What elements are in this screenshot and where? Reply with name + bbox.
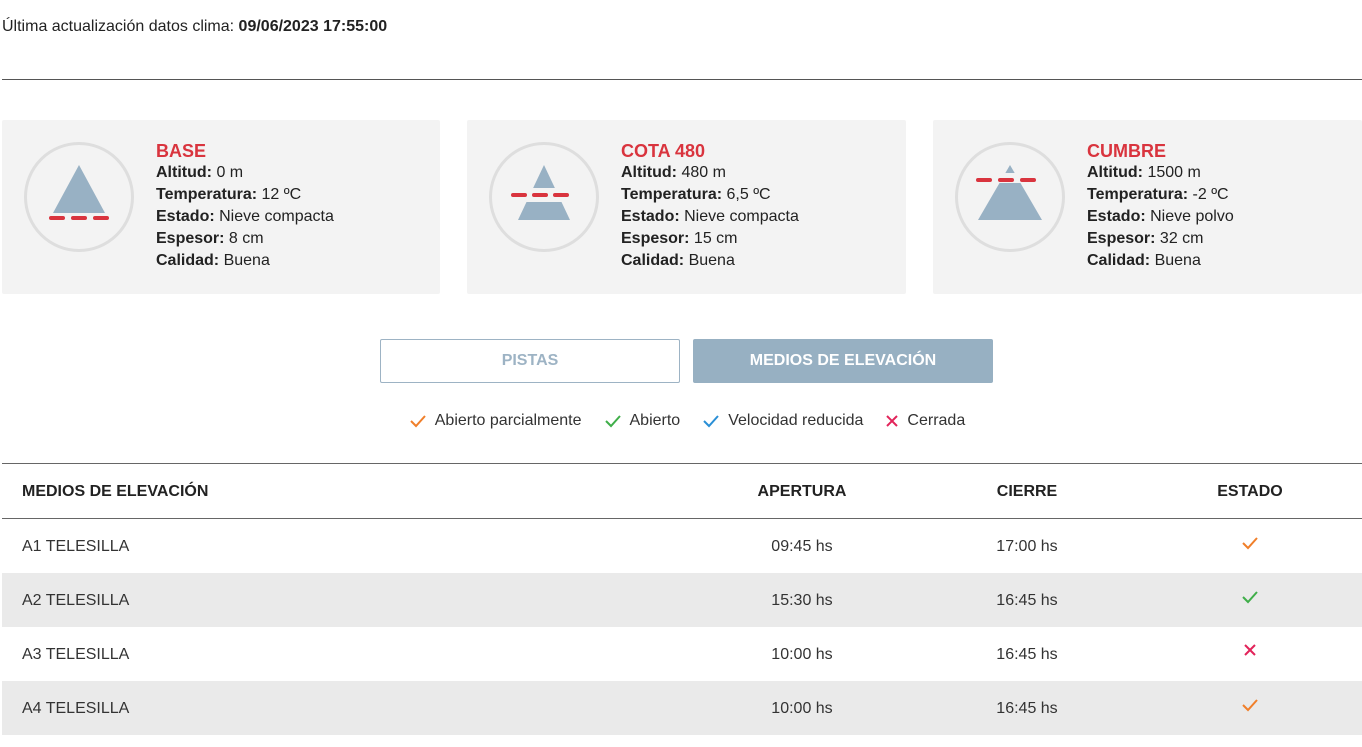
lift-name: A3 TELESILLA bbox=[22, 646, 130, 663]
check-icon bbox=[604, 415, 621, 428]
cross-icon bbox=[886, 415, 899, 427]
table-row: A4 TELESILLA 10:00 hs 16:45 hs bbox=[2, 681, 1362, 735]
temperature-value: -2 ºC bbox=[1192, 186, 1229, 203]
quality-value: Buena bbox=[1154, 252, 1201, 269]
opening-time: 09:45 hs bbox=[771, 538, 833, 555]
weather-stations: BASE Altitud: 0 m Temperatura: 12 ºC Est… bbox=[0, 120, 1362, 294]
header-apertura: APERTURA bbox=[757, 483, 847, 500]
thickness-value: 32 cm bbox=[1159, 230, 1204, 247]
opening-time: 10:00 hs bbox=[771, 700, 833, 717]
station-card-cota-480: COTA 480 Altitud: 480 m Temperatura: 6,5… bbox=[467, 120, 906, 294]
status-check-icon bbox=[1150, 697, 1350, 718]
opening-time: 10:00 hs bbox=[771, 646, 833, 663]
update-timestamp: 09/06/2023 17:55:00 bbox=[238, 18, 388, 35]
quality-label: Calidad: bbox=[1087, 252, 1151, 269]
mountain-summit-icon bbox=[955, 142, 1065, 252]
state-label: Estado: bbox=[1087, 208, 1146, 225]
station-name: BASE bbox=[156, 141, 207, 161]
temperature-value: 6,5 ºC bbox=[726, 186, 771, 203]
lift-name: A2 TELESILLA bbox=[22, 592, 130, 609]
thickness-label: Espesor: bbox=[1087, 230, 1156, 247]
tab-medios-elevacion-button[interactable]: MEDIOS DE ELEVACIÓN bbox=[693, 339, 993, 383]
legend-item-open: Abierto bbox=[604, 412, 681, 430]
weather-update-line: Última actualización datos clima: 09/06/… bbox=[2, 18, 387, 36]
mountain-base-icon bbox=[24, 142, 134, 252]
legend-item-reduced-speed: Velocidad reducida bbox=[702, 412, 863, 430]
station-info: BASE Altitud: 0 m Temperatura: 12 ºC Est… bbox=[156, 140, 334, 272]
state-value: Nieve compacta bbox=[684, 208, 799, 225]
update-label: Última actualización datos clima: bbox=[2, 18, 235, 35]
legend-label: Abierto parcialmente bbox=[434, 412, 582, 429]
state-value: Nieve polvo bbox=[1150, 208, 1234, 225]
check-icon bbox=[410, 415, 426, 428]
header-estado: ESTADO bbox=[1217, 483, 1283, 500]
quality-value: Buena bbox=[223, 252, 270, 269]
thickness-value: 15 cm bbox=[693, 230, 738, 247]
quality-value: Buena bbox=[688, 252, 735, 269]
altitude-label: Altitud: bbox=[1087, 164, 1143, 181]
table-header: MEDIOS DE ELEVACIÓN APERTURA CIERRE ESTA… bbox=[2, 464, 1362, 519]
thickness-value: 8 cm bbox=[228, 230, 264, 247]
station-name: COTA 480 bbox=[621, 141, 706, 161]
altitude-value: 0 m bbox=[216, 164, 244, 181]
status-cross-icon bbox=[1150, 643, 1350, 662]
legend-label: Velocidad reducida bbox=[728, 412, 864, 429]
thickness-label: Espesor: bbox=[621, 230, 690, 247]
temperature-label: Temperatura: bbox=[621, 186, 723, 203]
lift-name: A1 TELESILLA bbox=[22, 538, 130, 555]
status-legend: Abierto parcialmente Abierto Velocidad r… bbox=[0, 412, 1362, 430]
status-check-icon bbox=[1150, 589, 1350, 610]
quality-label: Calidad: bbox=[156, 252, 220, 269]
temperature-value: 12 ºC bbox=[261, 186, 302, 203]
thickness-label: Espesor: bbox=[156, 230, 225, 247]
legend-item-closed: Cerrada bbox=[885, 412, 965, 430]
lift-name: A4 TELESILLA bbox=[22, 700, 130, 717]
opening-time: 15:30 hs bbox=[771, 592, 833, 609]
closing-time: 17:00 hs bbox=[996, 538, 1058, 555]
station-card-base: BASE Altitud: 0 m Temperatura: 12 ºC Est… bbox=[2, 120, 440, 294]
closing-time: 16:45 hs bbox=[996, 592, 1058, 609]
state-value: Nieve compacta bbox=[219, 208, 334, 225]
quality-label: Calidad: bbox=[621, 252, 685, 269]
tab-pistas-button[interactable]: PISTAS bbox=[380, 339, 680, 383]
status-check-icon bbox=[1150, 535, 1350, 556]
legend-label: Abierto bbox=[629, 412, 681, 429]
mountain-mid-icon bbox=[489, 142, 599, 252]
altitude-value: 480 m bbox=[681, 164, 726, 181]
altitude-value: 1500 m bbox=[1147, 164, 1201, 181]
altitude-label: Altitud: bbox=[621, 164, 677, 181]
closing-time: 16:45 hs bbox=[996, 700, 1058, 717]
altitude-label: Altitud: bbox=[156, 164, 212, 181]
temperature-label: Temperatura: bbox=[1087, 186, 1189, 203]
legend-label: Cerrada bbox=[907, 412, 966, 429]
temperature-label: Temperatura: bbox=[156, 186, 258, 203]
closing-time: 16:45 hs bbox=[996, 646, 1058, 663]
station-info: COTA 480 Altitud: 480 m Temperatura: 6,5… bbox=[621, 140, 799, 272]
legend-item-partial: Abierto parcialmente bbox=[409, 412, 582, 430]
table-row: A3 TELESILLA 10:00 hs 16:45 hs bbox=[2, 627, 1362, 681]
station-info: CUMBRE Altitud: 1500 m Temperatura: -2 º… bbox=[1087, 140, 1234, 272]
state-label: Estado: bbox=[156, 208, 215, 225]
table-row: A2 TELESILLA 15:30 hs 16:45 hs bbox=[2, 573, 1362, 627]
station-name: CUMBRE bbox=[1087, 141, 1166, 161]
divider bbox=[2, 79, 1362, 80]
header-cierre: CIERRE bbox=[996, 483, 1058, 500]
table-row: A1 TELESILLA 09:45 hs 17:00 hs bbox=[2, 519, 1362, 573]
header-medios: MEDIOS DE ELEVACIÓN bbox=[22, 483, 209, 500]
check-icon bbox=[703, 415, 719, 428]
station-card-cumbre: CUMBRE Altitud: 1500 m Temperatura: -2 º… bbox=[933, 120, 1362, 294]
state-label: Estado: bbox=[621, 208, 680, 225]
